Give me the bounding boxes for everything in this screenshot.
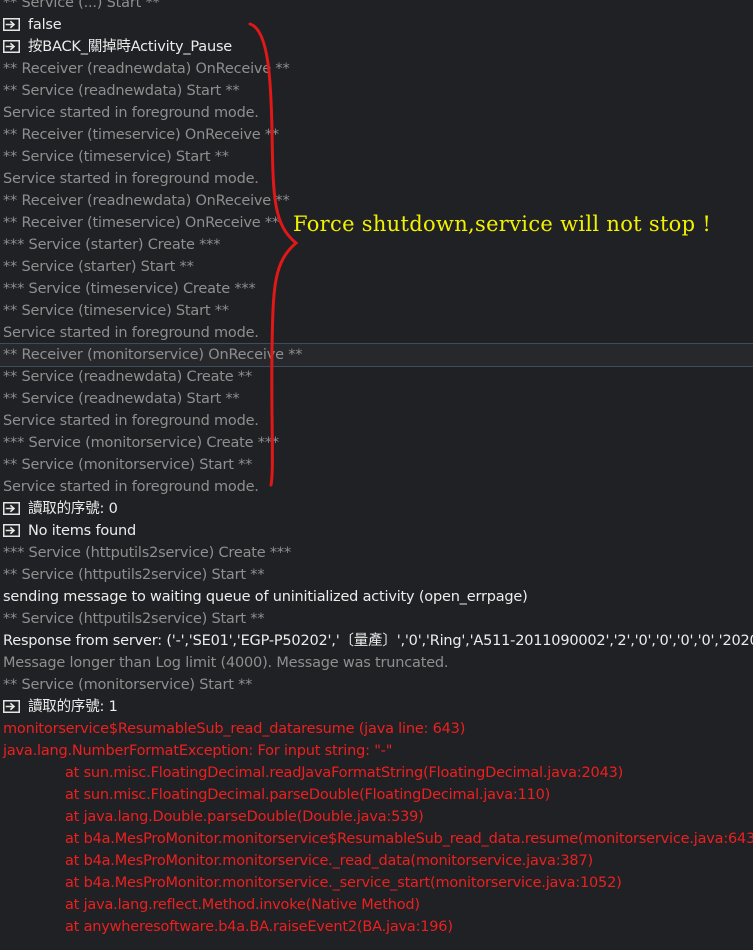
log-line-text: Service started in foreground mode. (3, 105, 259, 121)
log-line[interactable]: ** Service (timeservice) Start ** (0, 300, 753, 322)
log-line-text: ** Receiver (monitorservice) OnReceive *… (3, 347, 303, 363)
log-line[interactable]: *** Service (timeservice) Create *** (0, 278, 753, 300)
log-line-text: ** Service (timeservice) Start ** (3, 303, 229, 319)
log-line[interactable]: Service started in foreground mode. (0, 168, 753, 190)
log-line-text: ** Receiver (readnewdata) OnReceive ** (3, 61, 290, 77)
log-line-text: at anywheresoftware.b4a.BA.raiseEvent2(B… (65, 919, 453, 935)
output-arrow-icon (3, 16, 20, 31)
log-line[interactable]: Service started in foreground mode. (0, 410, 753, 432)
log-line-text: ** Service (httputils2service) Start ** (3, 611, 265, 627)
log-line-text: at java.lang.reflect.Method.invoke(Nativ… (65, 897, 420, 913)
log-line-text: 按BACK_關掉時Activity_Pause (28, 39, 233, 55)
log-line-text: at b4a.MesProMonitor.monitorservice._rea… (65, 853, 593, 869)
log-line-text: ** Service (readnewdata) Start ** (3, 83, 240, 99)
log-line-text: java.lang.NumberFormatException: For inp… (3, 743, 393, 759)
log-line-text: No items found (28, 523, 137, 539)
log-line-text: ** Receiver (timeservice) OnReceive ** (3, 215, 279, 231)
log-line-text: ** Service (readnewdata) Create ** (3, 369, 253, 385)
log-line[interactable]: No items found (0, 520, 753, 542)
log-line-text: at b4a.MesProMonitor.monitorservice$Resu… (65, 831, 753, 847)
log-line[interactable]: ** Receiver (readnewdata) OnReceive ** (0, 58, 753, 80)
log-line[interactable]: ** Service (httputils2service) Start ** (0, 564, 753, 586)
log-line-text: *** Service (starter) Create *** (3, 237, 221, 253)
log-line-text: Service started in foreground mode. (3, 325, 259, 341)
log-line-text: ** Service (starter) Start ** (3, 259, 194, 275)
log-line[interactable]: *** Service (monitorservice) Create *** (0, 432, 753, 454)
log-line[interactable]: Service started in foreground mode. (0, 476, 753, 498)
log-line-text: ** Receiver (readnewdata) OnReceive ** (3, 193, 290, 209)
log-line-text: *** Service (timeservice) Create *** (3, 281, 256, 297)
error-log-line[interactable]: at b4a.MesProMonitor.monitorservice$Resu… (0, 828, 753, 850)
log-line[interactable]: ** Receiver (monitorservice) OnReceive *… (0, 343, 753, 367)
log-line-text: ** Service (timeservice) Start ** (3, 149, 229, 165)
log-line[interactable]: 讀取的序號: 1 (0, 696, 753, 718)
log-line-text: at sun.misc.FloatingDecimal.parseDouble(… (65, 787, 551, 803)
log-line[interactable]: ** Service (starter) Start ** (0, 256, 753, 278)
error-log-line[interactable]: at anywheresoftware.b4a.BA.raiseEvent2(B… (0, 916, 753, 938)
log-line-text: at b4a.MesProMonitor.monitorservice._ser… (65, 875, 622, 891)
log-line-text: *** Service (httputils2service) Create *… (3, 545, 292, 561)
log-line-text: ** Service (readnewdata) Start ** (3, 391, 240, 407)
error-log-line[interactable]: at b4a.MesProMonitor.monitorservice._ser… (0, 872, 753, 894)
log-line[interactable]: sending message to waiting queue of unin… (0, 586, 753, 608)
output-arrow-icon (3, 698, 20, 713)
log-line[interactable]: *** Service (starter) Create *** (0, 234, 753, 256)
log-line-text: monitorservice$ResumableSub_read_datares… (3, 721, 466, 737)
log-line[interactable]: ** Service (readnewdata) Start ** (0, 388, 753, 410)
log-line-text: Message longer than Log limit (4000). Me… (3, 655, 449, 671)
log-line[interactable]: ** Service (readnewdata) Start ** (0, 80, 753, 102)
log-line[interactable]: Service started in foreground mode. (0, 102, 753, 124)
log-line[interactable]: false (0, 14, 753, 36)
error-log-line[interactable]: java.lang.NumberFormatException: For inp… (0, 740, 753, 762)
error-log-line[interactable]: at sun.misc.FloatingDecimal.parseDouble(… (0, 784, 753, 806)
error-log-line[interactable]: at java.lang.reflect.Method.invoke(Nativ… (0, 894, 753, 916)
log-output-panel[interactable]: ** Service (...) Start ** false 按BACK_關掉時A… (0, 0, 753, 938)
error-log-line[interactable]: monitorservice$ResumableSub_read_datares… (0, 718, 753, 740)
log-line-text: at sun.misc.FloatingDecimal.readJavaForm… (65, 765, 624, 781)
log-line-text: at java.lang.Double.parseDouble(Double.j… (65, 809, 424, 825)
log-line[interactable]: Response from server: ('-','SE01','EGP-P… (0, 630, 753, 652)
log-line-text: Service started in foreground mode. (3, 171, 259, 187)
log-line[interactable]: ** Service (httputils2service) Start ** (0, 608, 753, 630)
log-line[interactable]: *** Service (httputils2service) Create *… (0, 542, 753, 564)
log-line-text: *** Service (monitorservice) Create *** (3, 435, 279, 451)
log-line[interactable]: ** Service (monitorservice) Start ** (0, 674, 753, 696)
error-log-line[interactable]: at java.lang.Double.parseDouble(Double.j… (0, 806, 753, 828)
log-line[interactable]: ** Service (monitorservice) Start ** (0, 454, 753, 476)
output-arrow-icon (3, 522, 20, 537)
log-line-text: 讀取的序號: 0 (28, 501, 118, 517)
log-line[interactable]: 按BACK_關掉時Activity_Pause (0, 36, 753, 58)
log-line[interactable]: Service started in foreground mode. (0, 322, 753, 344)
log-line[interactable]: ** Service (...) Start ** (0, 0, 753, 14)
log-line-text: Response from server: ('-','SE01','EGP-P… (3, 633, 753, 649)
log-line-text: Service started in foreground mode. (3, 413, 259, 429)
log-line[interactable]: ** Service (readnewdata) Create ** (0, 366, 753, 388)
log-line-text: ** Service (httputils2service) Start ** (3, 567, 265, 583)
error-log-line[interactable]: at b4a.MesProMonitor.monitorservice._rea… (0, 850, 753, 872)
log-line-text: ** Service (monitorservice) Start ** (3, 677, 253, 693)
log-line[interactable]: ** Receiver (timeservice) OnReceive ** (0, 124, 753, 146)
annotation-note: Force shutdown,service will not stop ! (293, 212, 712, 236)
log-line-text: ** Service (monitorservice) Start ** (3, 457, 253, 473)
output-arrow-icon (3, 500, 20, 515)
log-line-text: ** Service (...) Start ** (3, 0, 160, 11)
log-line[interactable]: ** Receiver (readnewdata) OnReceive ** (0, 190, 753, 212)
log-line-text: Service started in foreground mode. (3, 479, 259, 495)
log-line[interactable]: Message longer than Log limit (4000). Me… (0, 652, 753, 674)
log-line-text: ** Receiver (timeservice) OnReceive ** (3, 127, 279, 143)
output-arrow-icon (3, 38, 20, 53)
log-line-text: sending message to waiting queue of unin… (3, 589, 528, 605)
log-line[interactable]: ** Service (timeservice) Start ** (0, 146, 753, 168)
log-line-text: false (28, 17, 62, 33)
log-line-text: 讀取的序號: 1 (28, 699, 118, 715)
log-line[interactable]: 讀取的序號: 0 (0, 498, 753, 520)
error-log-line[interactable]: at sun.misc.FloatingDecimal.readJavaForm… (0, 762, 753, 784)
